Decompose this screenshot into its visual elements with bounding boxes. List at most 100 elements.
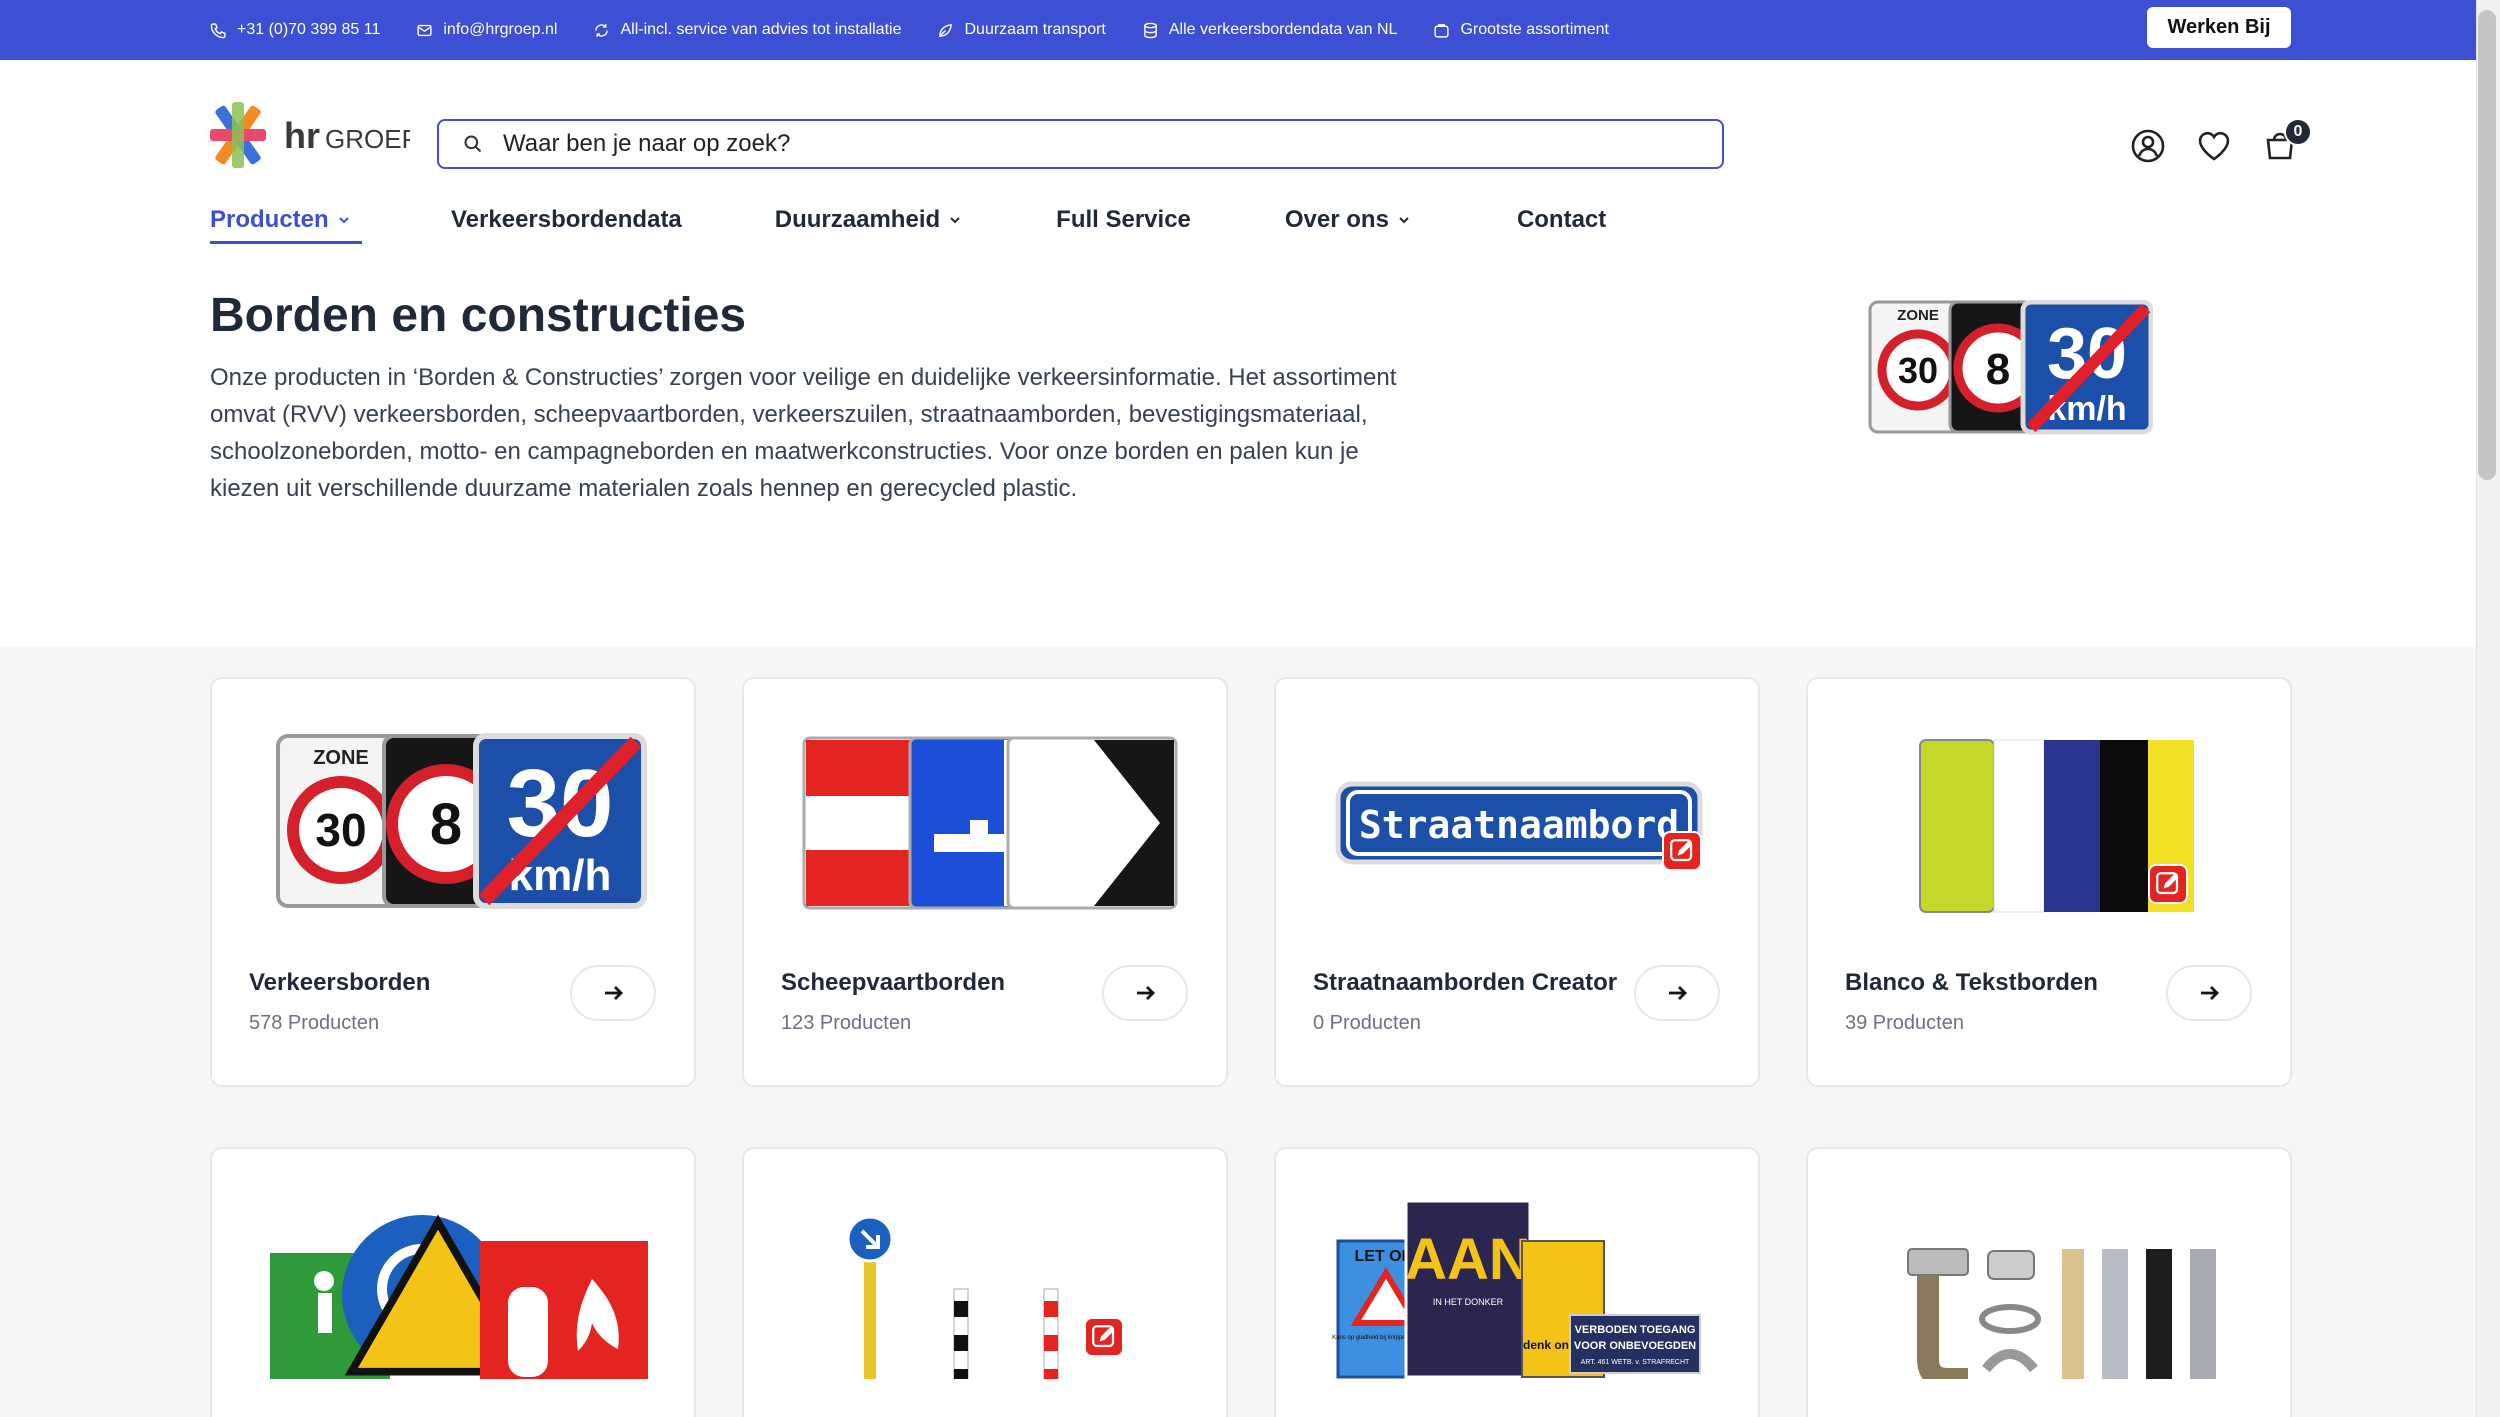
topbar-item-label: info@hrgroep.nl bbox=[443, 21, 558, 38]
topbar-item-transport: Duurzaam transport bbox=[937, 21, 1106, 39]
topbar-item-phone[interactable]: +31 (0)70 399 85 11 bbox=[210, 21, 380, 39]
sign-end-speed-text: 30 bbox=[2047, 314, 2127, 394]
box-icon bbox=[1434, 23, 1450, 38]
sign-speed-text: 30 bbox=[1898, 350, 1938, 391]
scrollbar-thumb[interactable] bbox=[2478, 10, 2496, 480]
campagneborden-image: LET OP! Kans op gladheid bij knipperende… bbox=[1332, 1199, 1701, 1379]
chevron-down-icon bbox=[338, 217, 349, 224]
leaf-icon bbox=[939, 23, 953, 37]
category-arrow-button[interactable] bbox=[1102, 965, 1188, 1021]
logo-text-groep: GROEP bbox=[325, 124, 410, 154]
chevron-down-icon bbox=[950, 217, 960, 224]
category-card-campagneborden[interactable]: LET OP! Kans op gladheid bij knipperende… bbox=[1274, 1147, 1760, 1417]
edit-badge bbox=[1662, 831, 1702, 871]
logo-text-hr: hr bbox=[284, 115, 320, 156]
topbar-item-label: Grootste assortiment bbox=[1460, 21, 1609, 38]
page-title: Borden en constructies bbox=[210, 289, 747, 342]
account-icon[interactable] bbox=[2130, 128, 2166, 164]
search-bar[interactable] bbox=[437, 119, 1724, 169]
campaign-donker: IN HET DONKER bbox=[1433, 1297, 1504, 1307]
category-card-blanco-tekstborden[interactable]: Blanco & Tekstborden 39 Producten bbox=[1806, 677, 2292, 1087]
edit-icon bbox=[1670, 839, 1693, 862]
search-input[interactable] bbox=[503, 130, 1653, 158]
zone-30-sign-image: ZONE 30 8 30 km/h bbox=[1868, 300, 2153, 435]
nav-item-contact[interactable]: Contact bbox=[1517, 200, 1606, 240]
campaign-verboden2: VOOR ONBEVOEGDEN bbox=[1574, 1340, 1696, 1352]
category-count: 123 Producten bbox=[781, 1012, 912, 1034]
campaign-aan: AAN bbox=[1405, 1227, 1531, 1292]
topbar-item-assortment: Grootste assortiment bbox=[1433, 21, 1609, 39]
header-icons: 0 bbox=[2130, 118, 2312, 169]
arrow-right-icon bbox=[605, 986, 623, 1000]
topbar-item-label: All-incl. service van advies tot install… bbox=[620, 21, 902, 38]
search-icon bbox=[464, 135, 482, 153]
chevron-down-icon bbox=[1399, 217, 1409, 224]
campaign-art: ART. 461 WETB. v. STRAFRECHT bbox=[1581, 1359, 1690, 1366]
phone-icon bbox=[210, 22, 226, 38]
cart-count-badge: 0 bbox=[2284, 118, 2312, 146]
category-card-verkeerszuilen[interactable] bbox=[742, 1147, 1228, 1417]
topbar-item-email[interactable]: info@hrgroep.nl bbox=[416, 21, 557, 39]
category-card-verkeersborden[interactable]: ZONE 30 8 30 km/h Verkeersborden 578 Pro… bbox=[210, 677, 696, 1087]
category-name[interactable]: Scheepvaartborden bbox=[781, 969, 1005, 997]
sign-number-text: 8 bbox=[1986, 345, 2010, 394]
nav-item-label: Contact bbox=[1516, 206, 1607, 233]
edit-icon bbox=[2156, 872, 2179, 895]
cart-button[interactable]: 0 bbox=[2262, 118, 2312, 169]
category-count: 0 Producten bbox=[1313, 1012, 1421, 1034]
page-intro: Onze producten in ‘Borden & Constructies… bbox=[210, 364, 1397, 502]
arrow-right-icon bbox=[2201, 986, 2219, 1000]
hr-groep-logo[interactable]: hr GROEP bbox=[210, 100, 410, 172]
nav-item-duurzaamheid[interactable]: Duurzaamheid bbox=[775, 200, 962, 240]
usp-list: +31 (0)70 399 85 11 info@hrgroep.nl All-… bbox=[210, 0, 1609, 60]
category-card-scheepvaartborden[interactable]: Scheepvaartborden 123 Producten bbox=[742, 677, 1228, 1087]
sign-speed-text: 30 bbox=[315, 804, 366, 856]
category-card-straatnaamborden-creator[interactable]: Straatnaambord Straatnaamborden Creator … bbox=[1274, 677, 1760, 1087]
campaign-verboden1: VERBODEN TOEGANG bbox=[1575, 1324, 1696, 1336]
topbar-item-data: Alle verkeersbordendata van NL bbox=[1142, 21, 1398, 39]
nav-item-producten[interactable]: Producten bbox=[210, 200, 362, 244]
edit-badge bbox=[2148, 864, 2188, 904]
nav-item-label: Verkeersbordendata bbox=[451, 206, 682, 233]
heart-icon[interactable] bbox=[2196, 128, 2232, 164]
topbar-item-service: All-incl. service van advies tot install… bbox=[593, 21, 901, 39]
topbar-item-label: +31 (0)70 399 85 11 bbox=[237, 21, 381, 38]
sign-number-text: 8 bbox=[430, 792, 462, 857]
sign-zone-text: ZONE bbox=[313, 747, 369, 769]
sign-end-speed-text: 30 bbox=[507, 750, 614, 857]
werken-bij-button[interactable]: Werken Bij bbox=[2147, 7, 2291, 48]
main-nav: Producten Verkeersbordendata Duurzaamhei… bbox=[210, 200, 1606, 244]
topbar-item-label: Alle verkeersbordendata van NL bbox=[1168, 21, 1398, 38]
category-count: 39 Producten bbox=[1845, 1012, 1964, 1034]
category-name[interactable]: Verkeersborden bbox=[249, 969, 430, 997]
top-bar: +31 (0)70 399 85 11 info@hrgroep.nl All-… bbox=[0, 0, 2476, 60]
category-count: 578 Producten bbox=[249, 1012, 380, 1034]
nav-item-over-ons[interactable]: Over ons bbox=[1285, 200, 1411, 240]
edit-icon bbox=[1092, 1325, 1115, 1348]
scheepvaartborden-image bbox=[802, 736, 1178, 910]
category-arrow-button[interactable] bbox=[570, 965, 656, 1021]
category-card-bevestigingsmateriaal[interactable] bbox=[1806, 1147, 2292, 1417]
category-arrow-button[interactable] bbox=[1634, 965, 1720, 1021]
safety-signs-image bbox=[270, 1214, 648, 1379]
refresh-icon bbox=[595, 23, 609, 37]
nav-item-label: Full Service bbox=[1056, 206, 1191, 233]
category-card-safety-signs[interactable] bbox=[210, 1147, 696, 1417]
logo-mark-icon bbox=[210, 102, 266, 168]
nav-item-label: Duurzaamheid bbox=[774, 206, 941, 233]
nav-item-full-service[interactable]: Full Service bbox=[1056, 200, 1191, 240]
bevestigingsmateriaal-image bbox=[1907, 1248, 2216, 1379]
nav-item-label: Over ons bbox=[1284, 206, 1389, 233]
verkeersborden-image: ZONE 30 8 30 km/h bbox=[276, 733, 647, 909]
edit-badge bbox=[1084, 1317, 1124, 1357]
streetname-text: Straatnaambord bbox=[1359, 803, 1679, 847]
arrow-right-icon bbox=[1669, 986, 1687, 1000]
category-arrow-button[interactable] bbox=[2166, 965, 2252, 1021]
nav-item-verkeersbordendata[interactable]: Verkeersbordendata bbox=[451, 200, 682, 240]
sign-zone-text: ZONE bbox=[1897, 307, 1939, 324]
category-name[interactable]: Blanco & Tekstborden bbox=[1845, 969, 2098, 997]
category-name[interactable]: Straatnaamborden Creator bbox=[1313, 969, 1617, 997]
database-icon bbox=[1144, 22, 1157, 38]
nav-item-label: Producten bbox=[210, 206, 329, 233]
arrow-right-icon bbox=[1137, 986, 1155, 1000]
